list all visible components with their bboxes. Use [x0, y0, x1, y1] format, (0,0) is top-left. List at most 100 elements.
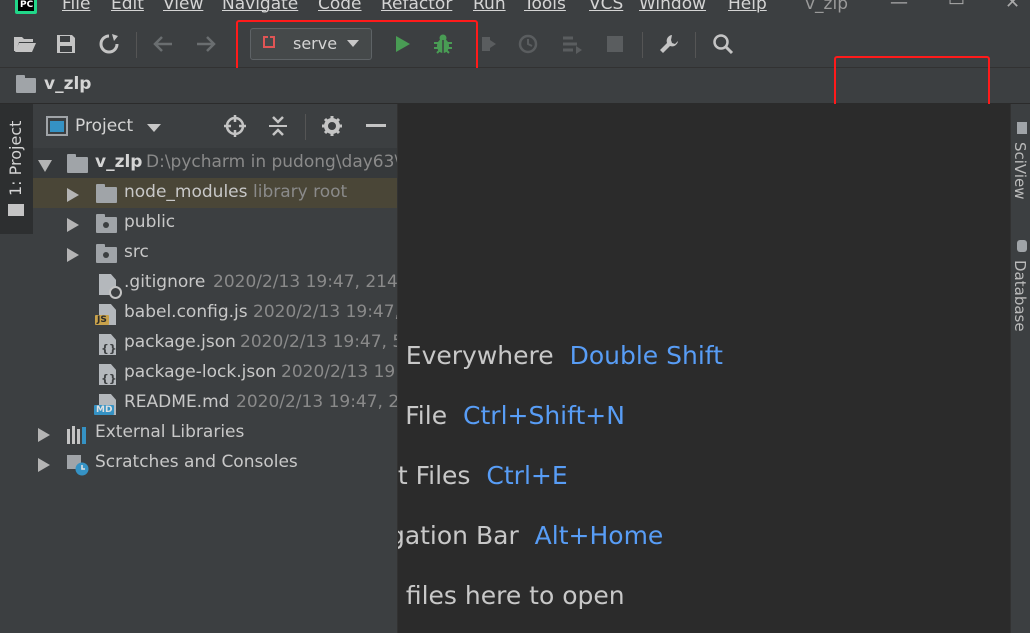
menu-window[interactable]: Window [639, 0, 706, 14]
menu-navigate[interactable]: Navigate [222, 0, 298, 14]
navigation-bar: v_zlp [0, 56, 1030, 108]
hint-recent-files: nt Files Ctrl+E [398, 461, 568, 490]
tree-item-label: package-lock.json [124, 362, 277, 382]
profile-icon[interactable] [517, 32, 541, 56]
chevron-right-icon[interactable] [67, 218, 79, 232]
folder-icon [96, 184, 117, 203]
menu-code[interactable]: Code [318, 0, 362, 14]
editor-empty-area[interactable]: h Everywhere Double Shift o File Ctrl+Sh… [398, 104, 1010, 633]
debug-bug-icon[interactable] [431, 32, 455, 56]
run-with-coverage-icon[interactable] [476, 32, 500, 56]
run-configuration-dropdown[interactable]: serve [250, 28, 372, 60]
chevron-right-icon[interactable] [67, 248, 79, 262]
settings-wrench-icon[interactable] [657, 32, 681, 56]
menu-bar: PC File Edit View Navigate Code Refactor… [0, 0, 1030, 22]
close-window-button[interactable]: ✕ [1005, 0, 1020, 13]
tree-row-scratches[interactable]: Scratches and Consoles [33, 448, 397, 478]
folder-icon [67, 154, 88, 173]
hint-search-everywhere: h Everywhere Double Shift [398, 341, 723, 370]
menu-run[interactable]: Run [473, 0, 506, 14]
tree-row-gitignore[interactable]: .gitignore 2020/2/13 19:47, 214 B [33, 268, 398, 299]
highlight-box-empty [834, 56, 990, 108]
folder-icon [16, 75, 36, 93]
hint-shortcut: Ctrl+E [486, 461, 568, 490]
maximize-button[interactable]: □ [948, 0, 965, 7]
hint-action: o File [398, 401, 448, 430]
breadcrumb-project[interactable]: v_zlp [44, 74, 91, 94]
collapse-all-icon[interactable] [267, 115, 289, 141]
toolbar-separator [695, 32, 696, 58]
open-folder-icon[interactable] [13, 32, 37, 56]
tree-item-label: Scratches and Consoles [95, 452, 298, 472]
folder-icon [96, 244, 117, 263]
tree-item-label: External Libraries [95, 422, 245, 442]
menu-tools[interactable]: Tools [524, 0, 566, 14]
tree-item-label: src [124, 242, 149, 262]
tree-item-meta: 2020/2/13 19: [281, 362, 398, 382]
tree-item-meta: 2020/2/13 19:47, 26 [236, 392, 398, 412]
tree-row-external-libraries[interactable]: External Libraries [33, 418, 397, 448]
npm-config-icon [263, 36, 275, 48]
sync-icon[interactable] [97, 32, 121, 56]
hint-navigation-bar: igation Bar Alt+Home [398, 521, 663, 550]
gear-icon[interactable] [321, 115, 343, 141]
locate-crosshair-icon[interactable] [224, 115, 246, 141]
tree-row-babel-config[interactable]: JS babel.config.js 2020/2/13 19:47, [33, 298, 397, 328]
menu-file[interactable]: File [62, 0, 90, 14]
tool-tab-project-label: 1: Project [6, 120, 25, 196]
json-braces-icon: {} [101, 372, 117, 385]
tree-row-node-modules[interactable]: node_modules library root [33, 178, 397, 208]
minimize-button[interactable]: — [890, 0, 908, 13]
tree-row-package-json[interactable]: {} package.json 2020/2/13 19:47, 55 [33, 328, 397, 358]
tree-item-meta: 2020/2/13 19:47, 214 B [213, 272, 398, 292]
tool-tab-project[interactable]: 1: Project [0, 104, 33, 234]
tree-row-readme[interactable]: MD README.md 2020/2/13 19:47, 26 [33, 388, 397, 418]
window-title: v_zlp [805, 0, 848, 14]
tree-item-label: package.json [124, 332, 236, 352]
tool-tab-sciview[interactable]: SciView [1011, 142, 1029, 200]
back-arrow-icon[interactable] [151, 32, 175, 56]
hint-action: nt Files [398, 461, 471, 490]
project-view-selector[interactable]: Project [75, 116, 133, 136]
tree-item-path: D:\pycharm in pudong\day63\v_zlp [146, 152, 398, 172]
tree-row-root[interactable]: v_zlp D:\pycharm in pudong\day63\v_zlp [33, 148, 397, 178]
hint-action: igation Bar [398, 521, 519, 550]
tree-item-label: babel.config.js [124, 302, 248, 322]
database-icon [1017, 240, 1027, 252]
concurrency-diagram-icon[interactable] [560, 32, 584, 56]
folder-icon [96, 214, 117, 233]
tool-tab-database[interactable]: Database [1011, 260, 1029, 332]
project-view-icon [46, 116, 68, 140]
chevron-right-icon[interactable] [38, 458, 50, 472]
search-icon[interactable] [711, 32, 735, 56]
tree-item-label: README.md [124, 392, 230, 412]
menu-view[interactable]: View [163, 0, 203, 14]
chevron-right-icon[interactable] [38, 428, 50, 442]
tree-row-package-lock-json[interactable]: {} package-lock.json 2020/2/13 19: [33, 358, 397, 388]
library-icon [66, 426, 88, 449]
hide-panel-icon[interactable] [366, 124, 386, 127]
run-play-icon[interactable] [390, 32, 414, 56]
menu-refactor[interactable]: Refactor [381, 0, 452, 14]
stop-icon[interactable] [603, 32, 627, 56]
chevron-down-icon[interactable] [147, 124, 161, 132]
toolbar-separator [136, 32, 137, 58]
tree-item-label: v_zlp [95, 152, 143, 172]
md-badge-icon: MD [94, 405, 115, 415]
menu-help[interactable]: Help [728, 0, 767, 14]
hint-shortcut: Double Shift [569, 341, 723, 370]
tree-item-meta: library root [253, 182, 348, 202]
left-tool-strip: 1: Project [0, 104, 34, 633]
toolbar-separator [642, 32, 643, 58]
menu-edit[interactable]: Edit [111, 0, 144, 14]
pycharm-logo-icon: PC [15, 0, 37, 14]
forward-arrow-icon[interactable] [194, 32, 218, 56]
chevron-down-icon[interactable] [38, 160, 52, 172]
tree-row-src[interactable]: src [33, 238, 397, 268]
hint-action: h Everywhere [398, 341, 554, 370]
menu-vcs[interactable]: VCS [589, 0, 623, 14]
tree-row-public[interactable]: public [33, 208, 397, 238]
save-icon[interactable] [54, 32, 78, 56]
chevron-right-icon[interactable] [67, 188, 79, 202]
sciview-icon [1017, 122, 1027, 134]
